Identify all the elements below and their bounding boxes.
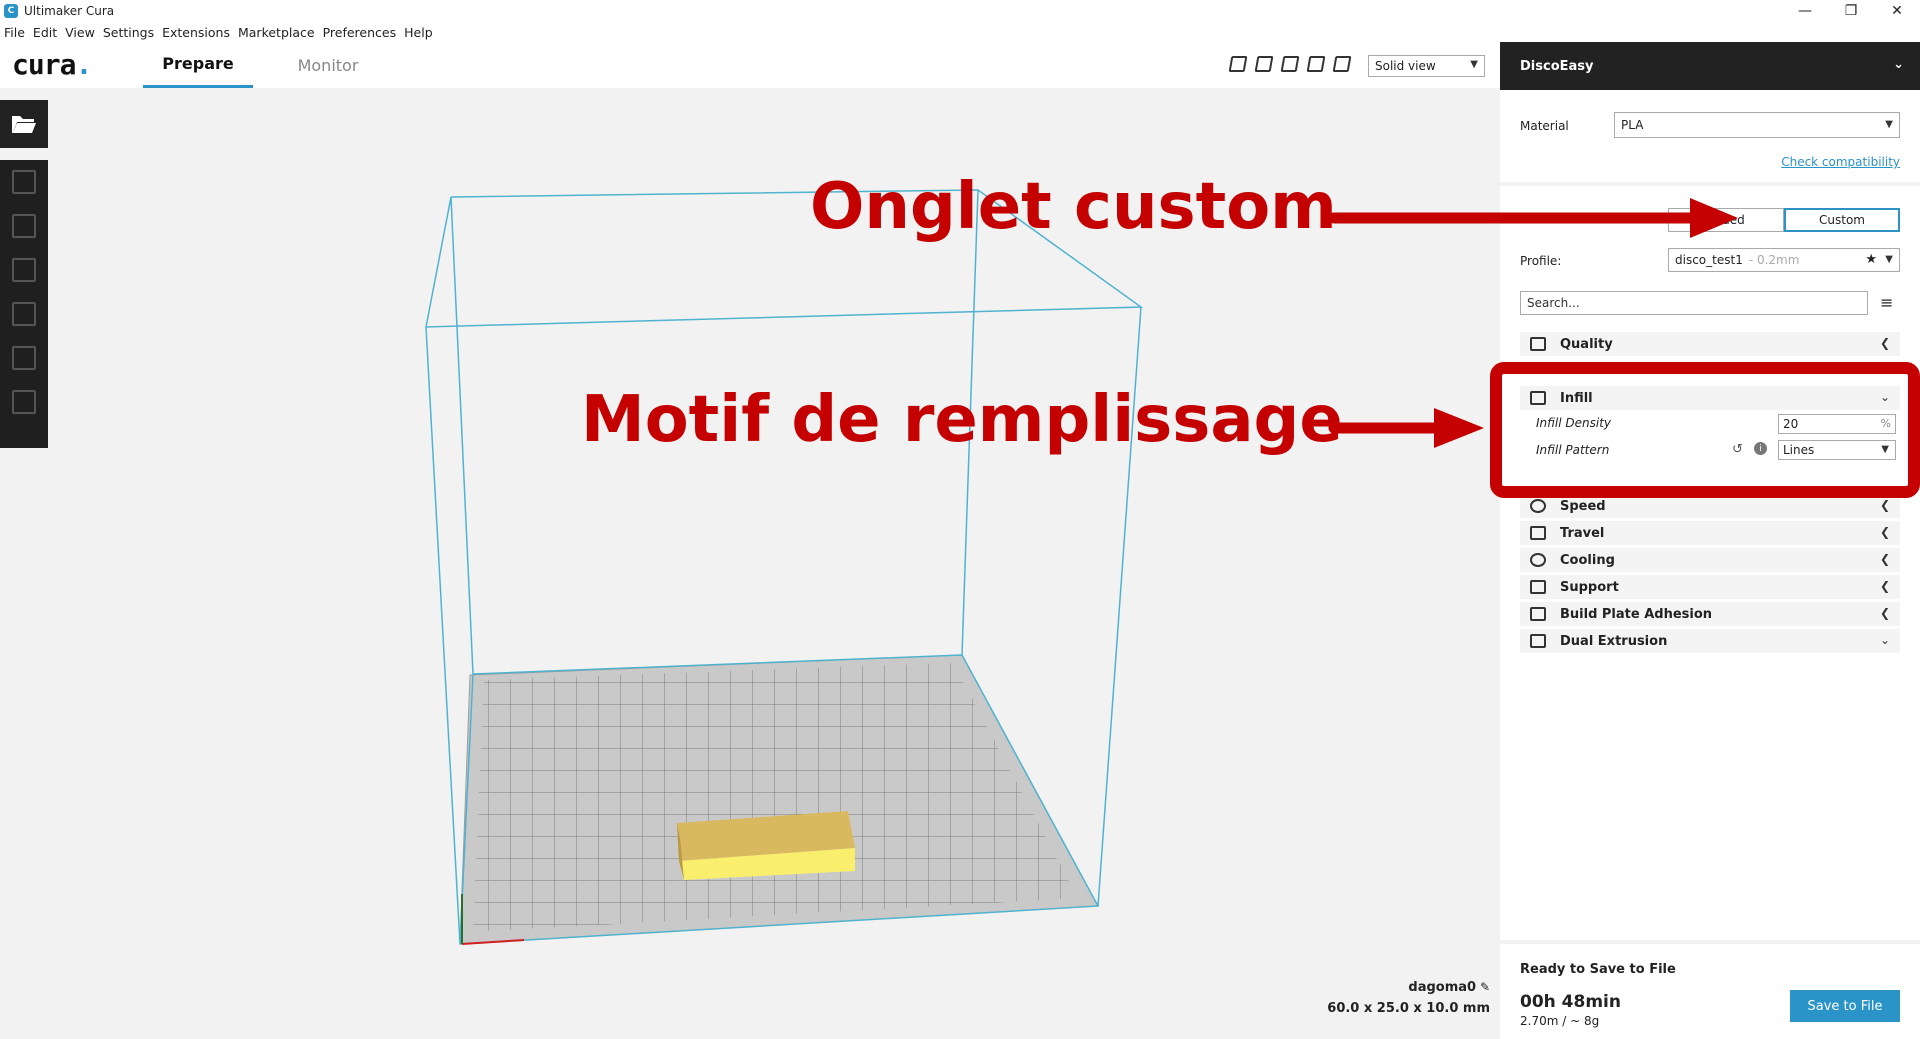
infill-highlight-box bbox=[1490, 362, 1920, 498]
annotation-arrows bbox=[1328, 198, 1738, 448]
arrow-to-custom-tab bbox=[1328, 198, 1738, 238]
arrow-to-infill-pattern bbox=[1328, 408, 1484, 448]
